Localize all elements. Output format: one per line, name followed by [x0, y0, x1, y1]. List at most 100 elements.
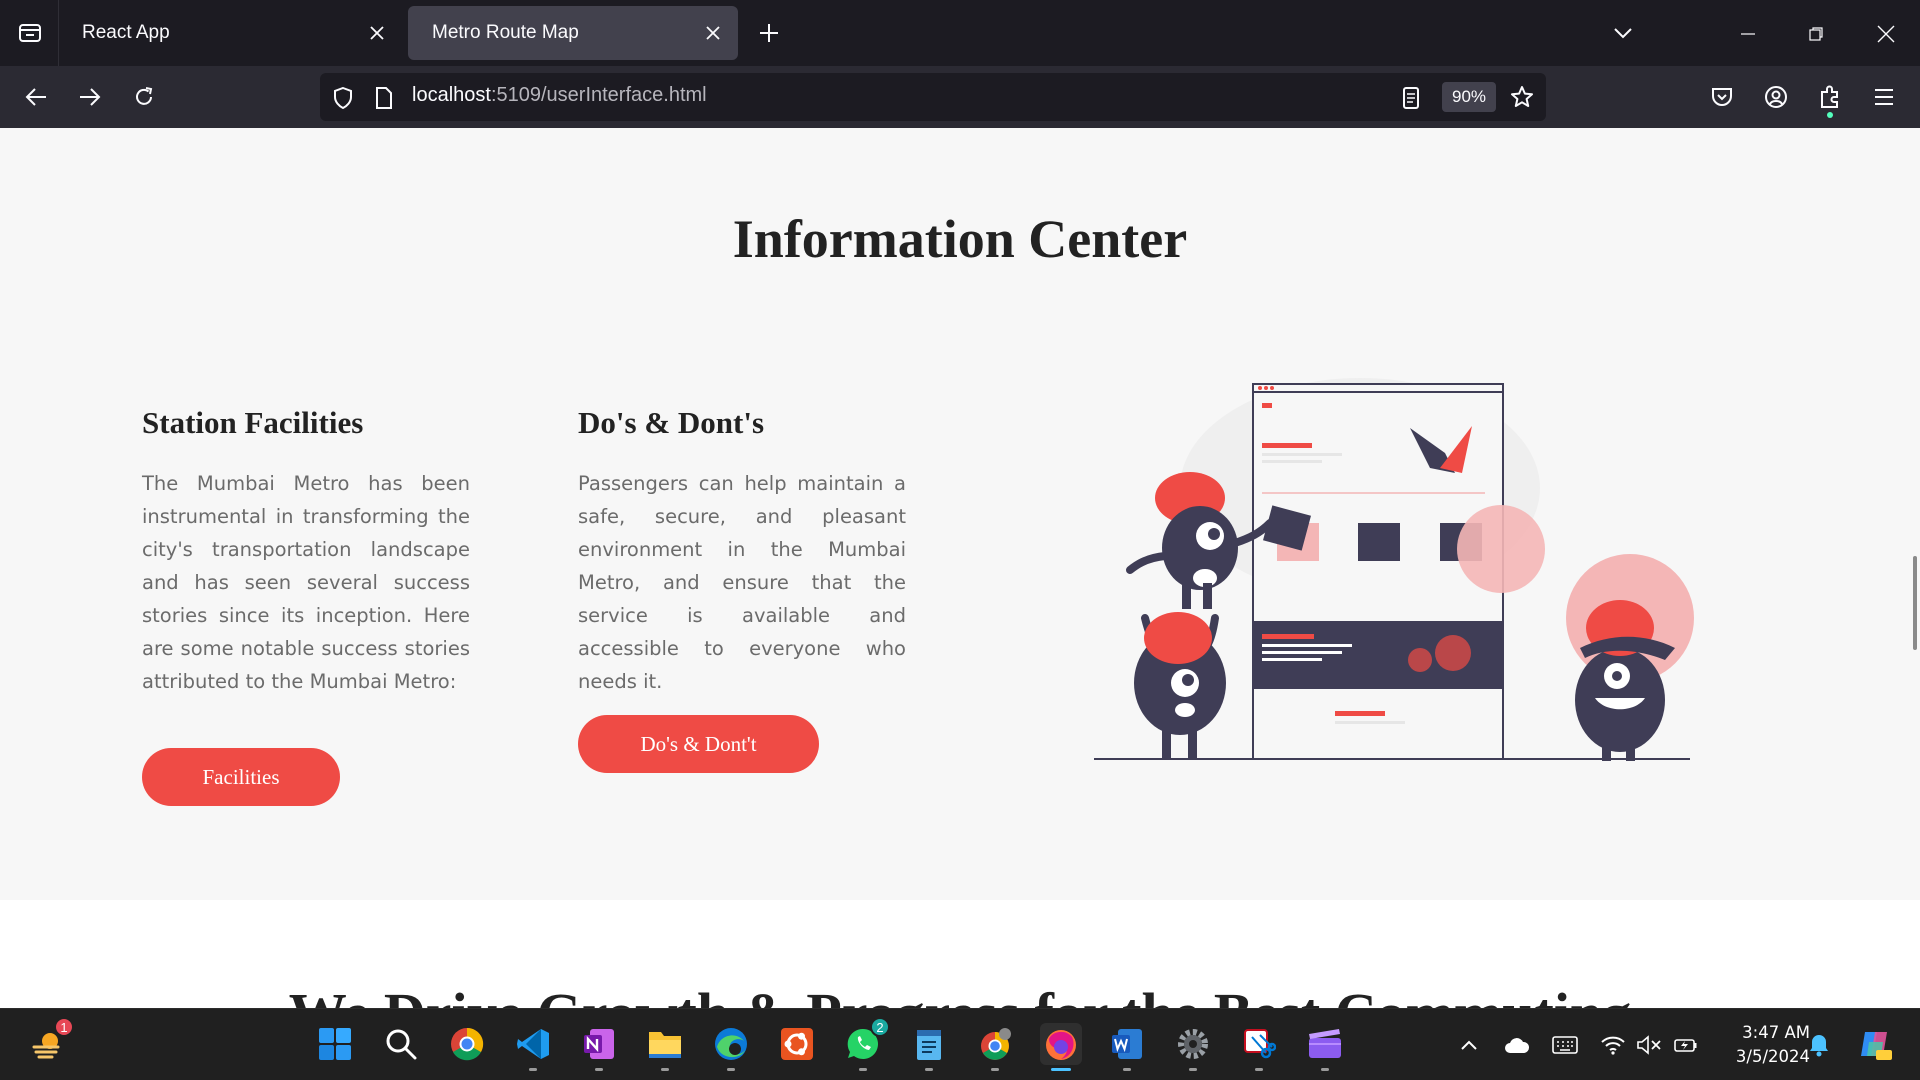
taskbar-app-ubuntu[interactable]	[776, 1023, 818, 1065]
url-path: :5109/userInterface.html	[490, 84, 707, 106]
running-indicator	[1255, 1068, 1263, 1071]
app-menu-button[interactable]	[1868, 81, 1900, 113]
volume-muted-icon	[1637, 1035, 1661, 1055]
close-tab-button[interactable]	[366, 22, 388, 44]
start-button[interactable]	[314, 1023, 356, 1065]
running-indicator	[595, 1068, 603, 1071]
chevron-up-icon	[1461, 1040, 1477, 1050]
clock-time: 3:47 AM	[1742, 1023, 1810, 1042]
notepad-icon	[917, 1030, 941, 1060]
clock-date: 3/5/2024	[1735, 1047, 1810, 1066]
back-button[interactable]	[20, 81, 52, 113]
plus-icon	[760, 24, 778, 42]
running-indicator	[1123, 1068, 1131, 1071]
arrow-left-icon	[25, 88, 46, 106]
pocket-button[interactable]	[1706, 81, 1738, 113]
taskbar-app-word[interactable]	[1106, 1023, 1148, 1071]
tab-react-app[interactable]: React App	[58, 6, 402, 60]
restore-button[interactable]	[1796, 14, 1836, 54]
clock[interactable]: 3:47 AM 3/5/2024	[1708, 1021, 1810, 1069]
arrow-right-icon	[80, 88, 101, 106]
ubuntu-icon	[781, 1028, 813, 1060]
forward-button[interactable]	[74, 81, 106, 113]
taskbar-app-chrome[interactable]	[446, 1023, 488, 1065]
taskbar-app-chrome-profile[interactable]	[974, 1023, 1016, 1071]
chevron-down-icon	[1614, 28, 1632, 39]
new-tab-button[interactable]	[756, 20, 782, 46]
site-info-button[interactable]	[372, 85, 396, 111]
running-indicator	[1189, 1068, 1197, 1071]
zoom-level-button[interactable]: 90%	[1442, 82, 1496, 112]
firefox-view-button[interactable]	[14, 18, 46, 48]
minimize-icon	[1741, 33, 1755, 35]
close-icon	[706, 26, 720, 40]
running-indicator	[925, 1068, 933, 1071]
windows-taskbar: 1 2 3:47 AM 3/5/2024	[0, 1008, 1920, 1080]
url-text[interactable]: localhost:5109/userInterface.html	[412, 84, 707, 107]
keyboard-icon	[1552, 1036, 1578, 1054]
battery-charging-icon	[1674, 1039, 1697, 1052]
page-scrollbar-thumb[interactable]	[1913, 556, 1917, 650]
onedrive-button[interactable]	[1504, 1033, 1530, 1057]
section-title: Information Center	[732, 209, 1188, 269]
taskbar-app-snipping-tool[interactable]	[1238, 1023, 1280, 1071]
running-indicator	[661, 1068, 669, 1071]
running-indicator	[991, 1068, 999, 1071]
station-facilities-card: Station Facilities The Mumbai Metro has …	[142, 405, 470, 698]
running-indicator	[727, 1068, 735, 1071]
settings-icon	[1178, 1029, 1208, 1059]
taskbar-app-clipchamp[interactable]	[1304, 1023, 1346, 1071]
taskbar-app-firefox[interactable]	[1040, 1023, 1082, 1071]
reader-view-button[interactable]	[1398, 85, 1424, 111]
search-button[interactable]	[380, 1023, 422, 1065]
tracking-protection-button[interactable]	[330, 85, 356, 111]
close-icon	[370, 26, 384, 40]
minimize-button[interactable]	[1728, 14, 1768, 54]
facilities-button[interactable]: Facilities	[142, 748, 340, 806]
address-bar[interactable]: localhost:5109/userInterface.html 90%	[320, 73, 1546, 121]
close-window-button[interactable]	[1866, 14, 1906, 54]
touch-keyboard-button[interactable]	[1552, 1033, 1578, 1057]
bookmark-button[interactable]	[1508, 83, 1536, 111]
volume-button[interactable]	[1636, 1033, 1662, 1057]
card-heading: Station Facilities	[142, 405, 364, 440]
growth-section-title: We Drive Growth & Progress for the Best …	[0, 980, 1920, 1008]
list-all-tabs-button[interactable]	[1610, 20, 1636, 46]
tab-label: React App	[82, 22, 170, 43]
puzzle-icon	[1821, 85, 1838, 108]
url-host: localhost	[412, 84, 491, 106]
show-hidden-icons-button[interactable]	[1456, 1033, 1482, 1057]
chrome-icon	[451, 1027, 484, 1061]
account-icon	[1765, 86, 1787, 108]
information-center-section: Information Center Station Facilities Th…	[0, 128, 1920, 900]
page-icon	[376, 87, 392, 109]
taskbar-app-file-explorer[interactable]	[644, 1023, 686, 1071]
taskbar-app-edge[interactable]	[710, 1023, 752, 1071]
taskbar-app-whatsapp[interactable]: 2	[842, 1017, 890, 1071]
active-indicator	[1051, 1068, 1071, 1071]
dos-and-donts-button[interactable]: Do's & Dont't	[578, 715, 819, 773]
bell-icon	[1810, 1035, 1828, 1057]
pocket-icon	[1712, 88, 1732, 106]
network-button[interactable]	[1600, 1033, 1626, 1057]
tab-metro-route-map[interactable]: Metro Route Map	[408, 6, 738, 60]
taskbar-app-vscode[interactable]	[512, 1023, 554, 1071]
hamburger-menu-icon	[1875, 89, 1893, 105]
copilot-button[interactable]	[1856, 1025, 1894, 1063]
taskbar-app-onenote[interactable]	[578, 1023, 620, 1071]
running-indicator	[529, 1068, 537, 1071]
taskbar-app-notepad[interactable]	[908, 1023, 950, 1071]
reload-button[interactable]	[128, 81, 160, 113]
extensions-button[interactable]	[1814, 81, 1846, 118]
notification-badge: 1	[54, 1017, 74, 1037]
taskbar-app-settings[interactable]	[1172, 1023, 1214, 1071]
close-icon	[1877, 25, 1895, 43]
copilot-icon	[1861, 1032, 1892, 1060]
widgets-button[interactable]: 1	[26, 1017, 74, 1065]
battery-button[interactable]	[1672, 1033, 1698, 1057]
close-tab-button[interactable]	[702, 22, 724, 44]
navigation-toolbar: localhost:5109/userInterface.html 90%	[0, 66, 1920, 128]
account-button[interactable]	[1760, 81, 1792, 113]
monsters-building-website-illustration	[1094, 378, 1694, 761]
notifications-button[interactable]	[1806, 1033, 1832, 1057]
